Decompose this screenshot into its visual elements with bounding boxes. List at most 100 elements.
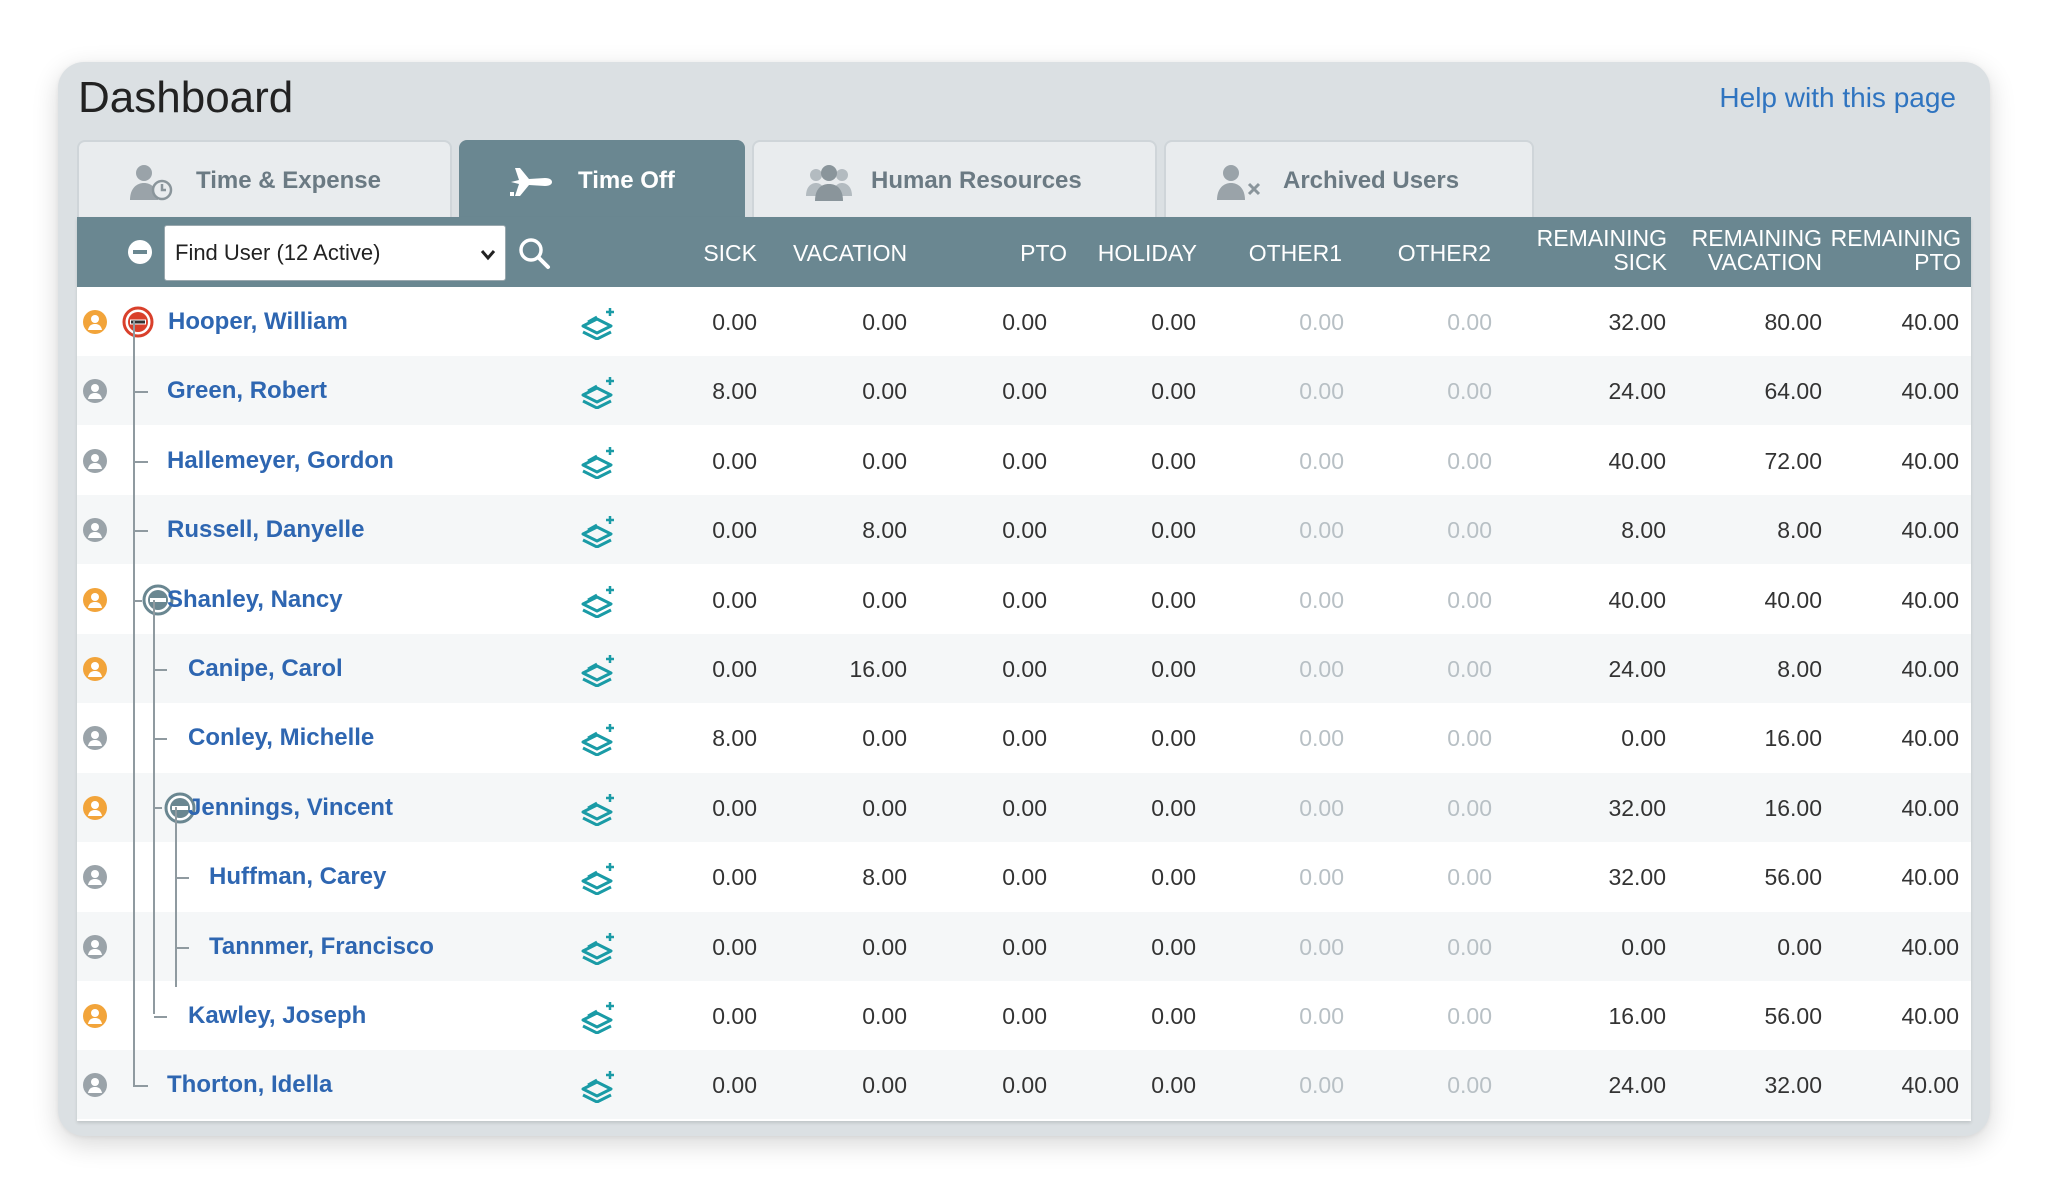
cell-sick: 0.00 xyxy=(712,586,757,613)
cell-vacation: 0.00 xyxy=(862,586,907,613)
table-row: Green, Robert 8.00 0.00 0.00 0.00 0.00 0.00 24.… xyxy=(77,356,1971,426)
cell-other2: 0.00 xyxy=(1447,447,1492,474)
cell-holiday: 0.00 xyxy=(1151,586,1196,613)
cell-vacation: 8.00 xyxy=(862,864,907,891)
col-other1: OTHER1 xyxy=(1248,240,1342,266)
user-name-link[interactable]: Jennings, Vincent xyxy=(188,793,393,823)
cell-remaining-sick: 32.00 xyxy=(1608,864,1666,891)
cell-pto: 0.00 xyxy=(1002,725,1047,752)
cell-sick: 0.00 xyxy=(712,794,757,821)
search-icon[interactable] xyxy=(517,236,551,275)
add-time-off-icon[interactable] xyxy=(581,861,617,900)
add-time-off-icon[interactable] xyxy=(581,653,617,692)
user-name-link[interactable]: Kawley, Joseph xyxy=(188,1001,366,1031)
tab-human-resources[interactable]: Human Resources xyxy=(752,140,1157,218)
table-row: Hallemeyer, Gordon 0.00 0.00 0.00 0.00 0.00 0.… xyxy=(77,426,1971,495)
tab-label: Time & Expense xyxy=(196,167,381,194)
cell-sick: 8.00 xyxy=(712,725,757,752)
tab-label: Archived Users xyxy=(1283,167,1460,194)
cell-other2: 0.00 xyxy=(1447,517,1492,544)
user-name-link[interactable]: Canipe, Carol xyxy=(188,654,343,684)
dashboard-panel: Dashboard Help with this page Time & Exp… xyxy=(58,62,1990,1136)
cell-sick: 0.00 xyxy=(712,309,757,335)
help-link[interactable]: Help with this page xyxy=(1719,78,1956,118)
cell-sick: 0.00 xyxy=(712,1003,757,1029)
cell-remaining-vacation: 80.00 xyxy=(1764,309,1822,335)
cell-remaining-pto: 40.00 xyxy=(1901,447,1959,474)
cell-remaining-sick: 40.00 xyxy=(1608,447,1666,474)
cell-remaining-pto: 40.00 xyxy=(1901,378,1959,405)
add-time-off-icon[interactable] xyxy=(581,306,617,345)
cell-remaining-pto: 40.00 xyxy=(1901,1003,1959,1029)
user-name-link[interactable]: Huffman, Carey xyxy=(209,862,386,892)
tree-connector xyxy=(134,1085,148,1087)
tab-time-off[interactable]: Time Off xyxy=(459,140,745,218)
user-name-link[interactable]: Shanley, Nancy xyxy=(167,585,343,615)
tree-connector xyxy=(134,461,148,463)
users-group-icon xyxy=(806,163,852,208)
cell-remaining-vacation: 56.00 xyxy=(1764,864,1822,891)
col-remaining-pto-line2: PTO xyxy=(1914,249,1961,275)
cell-sick: 0.00 xyxy=(712,447,757,474)
cell-remaining-sick: 0.00 xyxy=(1621,725,1666,752)
cell-remaining-pto: 40.00 xyxy=(1901,586,1959,613)
cell-holiday: 0.00 xyxy=(1151,1072,1196,1099)
cell-other1: 0.00 xyxy=(1299,794,1344,821)
table-row: Shanley, Nancy 0.00 0.00 0.00 0.00 0.00 0.00 40… xyxy=(77,565,1971,634)
col-pto: PTO xyxy=(1020,240,1067,266)
user-name-link[interactable]: Hooper, William xyxy=(168,307,348,337)
user-remove-icon xyxy=(1216,163,1262,208)
user-active-icon xyxy=(83,310,107,334)
cell-pto: 0.00 xyxy=(1002,586,1047,613)
cell-remaining-sick: 24.00 xyxy=(1608,378,1666,405)
cell-holiday: 0.00 xyxy=(1151,656,1196,682)
cell-other2: 0.00 xyxy=(1447,378,1492,405)
table-row: Kawley, Joseph 0.00 0.00 0.00 0.00 0.00 0.00 16… xyxy=(77,981,1971,1050)
cell-vacation: 0.00 xyxy=(862,447,907,474)
cell-pto: 0.00 xyxy=(1002,1072,1047,1099)
cell-sick: 8.00 xyxy=(712,378,757,405)
user-name-link[interactable]: Green, Robert xyxy=(167,376,327,406)
cell-holiday: 0.00 xyxy=(1151,517,1196,544)
collapse-icon[interactable] xyxy=(122,306,154,338)
user-name-link[interactable]: Thorton, Idella xyxy=(167,1070,332,1100)
user-name-link[interactable]: Conley, Michelle xyxy=(188,723,374,753)
col-remaining-sick-line2: SICK xyxy=(1613,249,1667,275)
user-name-link[interactable]: Russell, Danyelle xyxy=(167,515,364,545)
user-name-link[interactable]: Hallemeyer, Gordon xyxy=(167,446,394,476)
user-active-icon xyxy=(83,587,107,612)
cell-sick: 0.00 xyxy=(712,1072,757,1099)
cell-remaining-sick: 24.00 xyxy=(1608,1072,1666,1099)
user-clock-icon xyxy=(129,163,175,208)
cell-remaining-vacation: 0.00 xyxy=(1777,933,1822,960)
cell-other2: 0.00 xyxy=(1447,1072,1492,1099)
cell-remaining-vacation: 40.00 xyxy=(1764,586,1822,613)
tab-time-expense[interactable]: Time & Expense xyxy=(77,140,452,218)
cell-remaining-vacation: 56.00 xyxy=(1764,1003,1822,1029)
add-time-off-icon[interactable] xyxy=(581,1000,617,1039)
cell-remaining-vacation: 32.00 xyxy=(1764,1072,1822,1099)
cell-vacation: 8.00 xyxy=(862,517,907,544)
add-time-off-icon[interactable] xyxy=(581,1069,617,1108)
cell-remaining-sick: 24.00 xyxy=(1608,656,1666,682)
cell-remaining-sick: 8.00 xyxy=(1621,517,1666,544)
tab-archived-users[interactable]: Archived Users xyxy=(1164,140,1534,218)
add-time-off-icon[interactable] xyxy=(581,514,617,553)
add-time-off-icon[interactable] xyxy=(581,792,617,831)
cell-other1: 0.00 xyxy=(1299,864,1344,891)
add-time-off-icon[interactable] xyxy=(581,722,617,761)
find-user-select[interactable]: Find User (12 Active) xyxy=(164,225,506,281)
tab-label: Time Off xyxy=(578,167,675,194)
cell-pto: 0.00 xyxy=(1002,447,1047,474)
collapse-all-icon[interactable] xyxy=(127,239,153,270)
cell-holiday: 0.00 xyxy=(1151,794,1196,821)
cell-vacation: 0.00 xyxy=(862,1072,907,1099)
add-time-off-icon[interactable] xyxy=(581,931,617,970)
add-time-off-icon[interactable] xyxy=(581,445,617,484)
user-inactive-icon xyxy=(83,934,107,959)
cell-remaining-sick: 32.00 xyxy=(1608,309,1666,335)
cell-remaining-vacation: 64.00 xyxy=(1764,378,1822,405)
add-time-off-icon[interactable] xyxy=(581,375,617,414)
user-name-link[interactable]: Tannmer, Francisco xyxy=(209,932,434,962)
add-time-off-icon[interactable] xyxy=(581,584,617,623)
